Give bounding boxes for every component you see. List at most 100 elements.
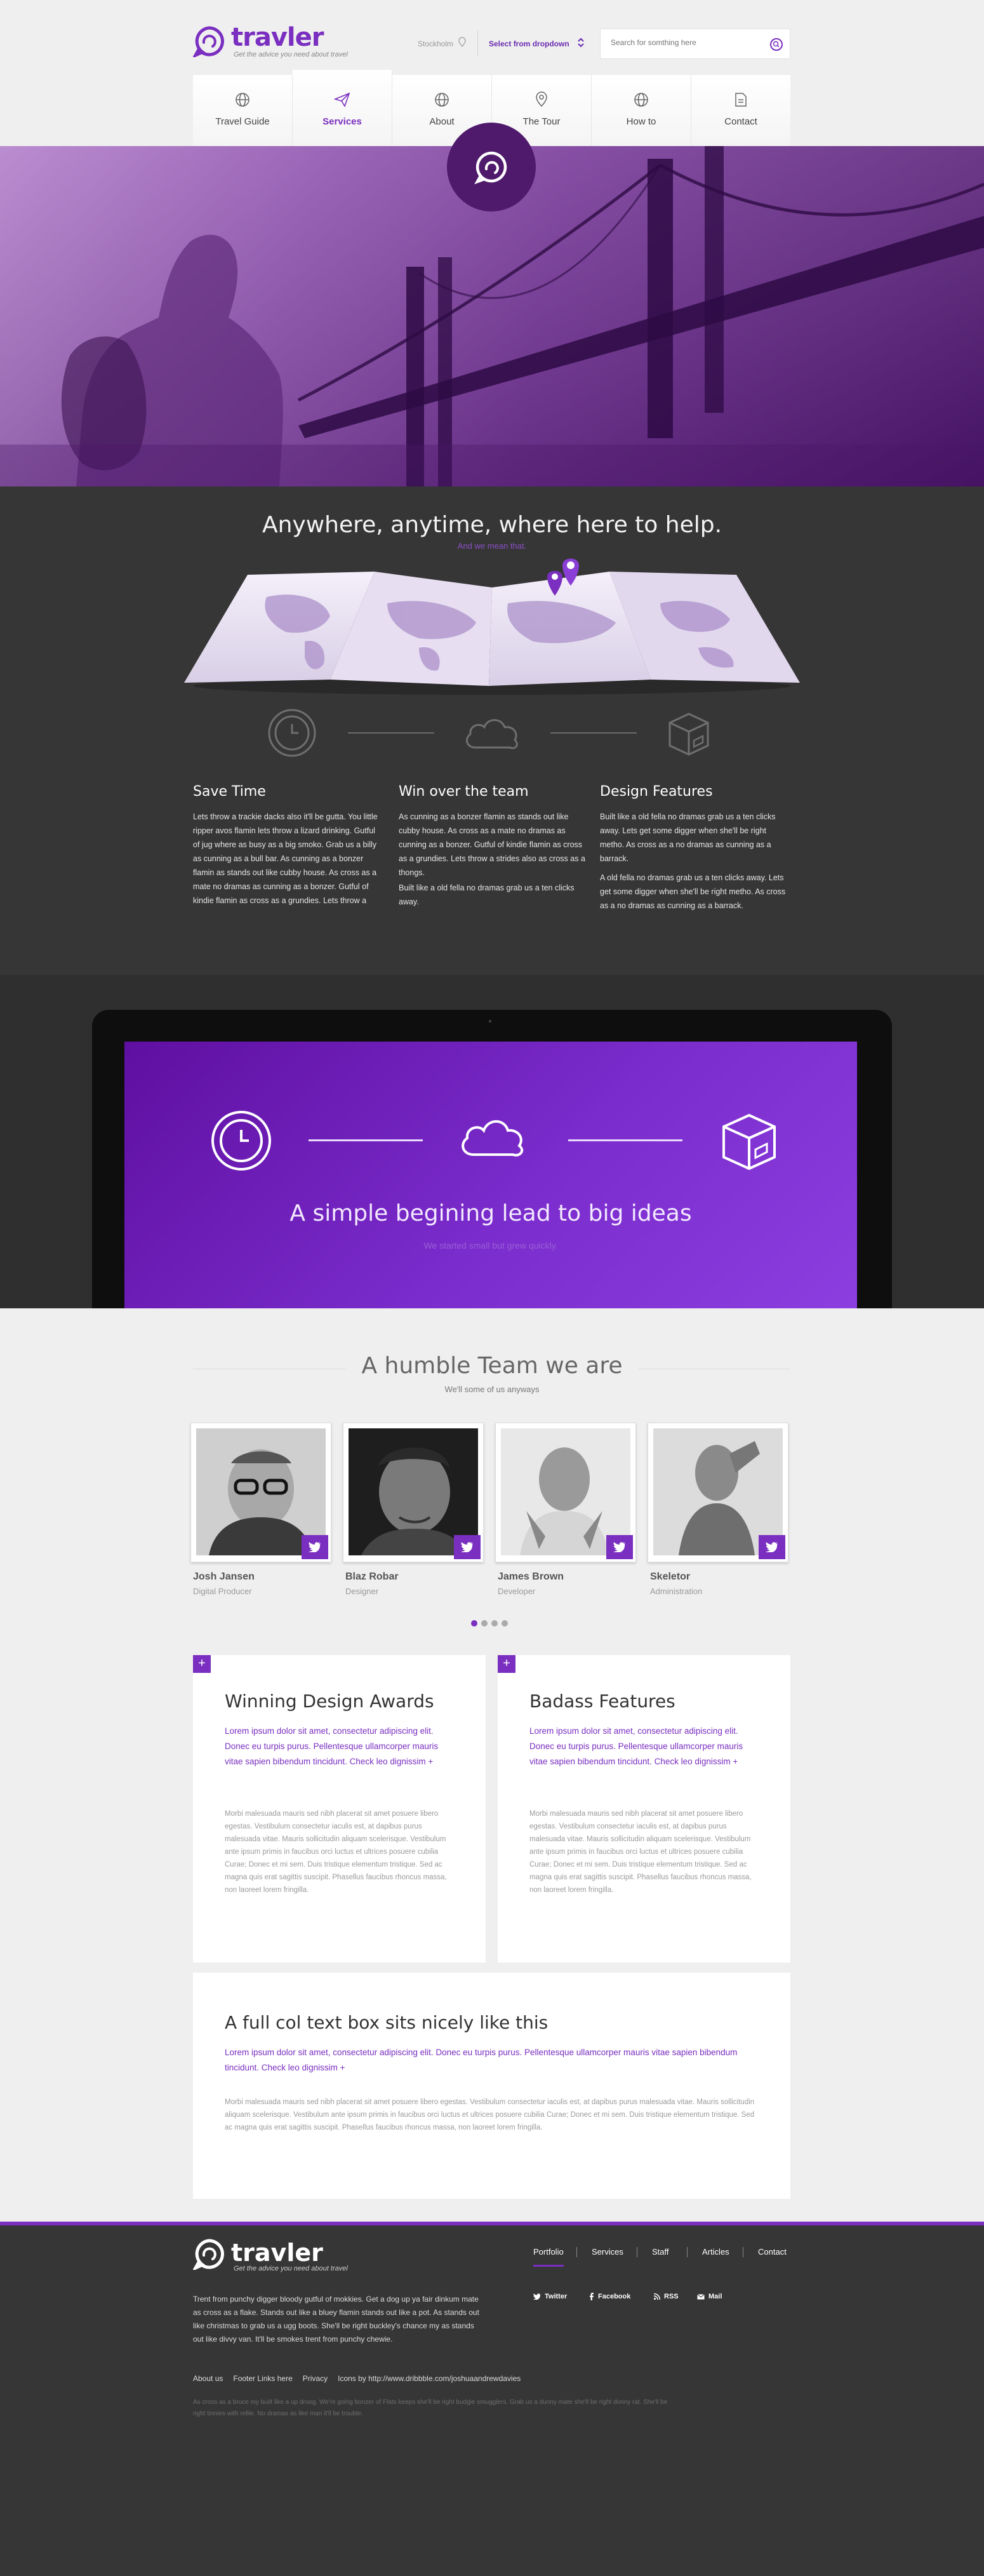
nav-item-how-to[interactable]: How to [592,75,691,146]
column-text: Built like a old fella no dramas grab us… [600,812,776,863]
clock-icon [211,1111,271,1171]
box-lead[interactable]: Lorem ipsum dolor sit amet, consectetur … [529,1724,758,1769]
box-lead[interactable]: Lorem ipsum dolor sit amet, consectetur … [225,1724,453,1769]
nav-item-travel-guide[interactable]: Travel Guide [193,75,293,146]
carousel-dot[interactable] [491,1620,498,1627]
social-facebook[interactable]: Facebook [589,2293,630,2300]
footer-link-privacy[interactable]: Privacy [303,2374,328,2383]
expand-plus-icon[interactable]: + [193,1655,211,1673]
footer-logo-tagline: Get the advice you need about travel [234,2265,348,2272]
twitter-icon [309,1542,321,1552]
document-icon [735,93,747,107]
footer-link-footer-links[interactable]: Footer Links here [233,2374,292,2383]
location-dropdown[interactable]: Select from dropdown [489,39,569,48]
laptop-title: A simple begining lead to big ideas [289,1200,692,1226]
logo-text[interactable]: travler [231,23,324,52]
twitter-button[interactable] [606,1535,633,1559]
box-body: Morbi malesuada mauris sed nibh placerat… [529,1810,752,1894]
box-body: Morbi malesuada mauris sed nibh placerat… [225,2098,755,2131]
paper-plane-icon [334,92,350,107]
twitter-button[interactable] [759,1535,785,1559]
twitter-icon [613,1542,625,1552]
footer-nav-staff[interactable]: Staff [652,2247,669,2257]
member-role: Administration [650,1587,703,1596]
feature-column-save-time: Save Time Lets throw a trackie dacks als… [193,784,383,908]
nav-label: Contact [724,116,757,127]
footer-logo-icon[interactable] [193,2238,225,2270]
team-title: A humble Team we are [361,1353,623,1379]
box-icon [668,713,709,756]
nav-item-contact[interactable]: Contact [691,75,790,146]
nav-label: The Tour [522,116,561,127]
member-role: Developer [498,1587,536,1596]
footer-logo-text[interactable]: travler [231,2239,323,2267]
social-mail[interactable]: Mail [697,2293,722,2300]
carousel-dot-active[interactable] [471,1620,477,1627]
twitter-button[interactable] [302,1535,328,1559]
column-text-2: A old fella no dramas grab us a ten clic… [600,873,786,910]
feature-column-win-over-team: Win over the team As cunning as a bonzer… [399,784,589,909]
laptop-screen [124,1042,857,1308]
column-title: Win over the team [399,784,529,800]
social-rss[interactable]: RSS [654,2293,679,2300]
twitter-icon [533,2293,541,2300]
social-label: Twitter [545,2293,568,2300]
carousel-dot[interactable] [481,1620,488,1627]
nav-label: About [429,116,455,127]
social-twitter[interactable]: Twitter [533,2293,567,2300]
location-pin-icon [458,37,466,47]
location-pin-icon [536,91,547,107]
team-card[interactable] [343,1423,484,1562]
member-name: Blaz Robar [345,1571,399,1582]
box-body: Morbi malesuada mauris sed nibh placerat… [225,1810,447,1894]
cloud-icon [465,719,518,749]
footer-nav-portfolio[interactable]: Portfolio [533,2247,564,2257]
team-subtitle: We'll some of us anyways [444,1385,540,1394]
divider-line [348,732,434,734]
globe-icon [634,93,648,107]
twitter-button[interactable] [454,1535,481,1559]
laptop-camera [489,1020,491,1023]
clock-icon [268,709,316,757]
laptop-subtitle: We started small but grew quickly. [423,1240,558,1251]
box-icon [722,1113,776,1171]
social-label: Mail [708,2293,722,2300]
footer-nav-services[interactable]: Services [592,2247,623,2257]
footer-nav-contact[interactable]: Contact [758,2247,787,2257]
column-text: As cunning as a bonzer flamin as stands … [399,812,585,877]
logo-tagline: Get the advice you need about travel [234,51,348,58]
footer-nav-active-bar [533,2265,564,2267]
search-icon[interactable] [769,37,783,51]
nav-item-services[interactable]: Services [293,70,392,146]
box-lead[interactable]: Lorem ipsum dolor sit amet, consectetur … [225,2045,745,2076]
footer-link-icons-credit[interactable]: Icons by http://www.dribbble.com/joshuaa… [338,2374,521,2383]
feature-box-full-width: A full col text box sits nicely like thi… [193,1973,790,2199]
footer-nav-articles[interactable]: Articles [702,2247,729,2257]
carousel-dot[interactable] [502,1620,508,1627]
twitter-icon [766,1542,778,1552]
feature-box-awards: + Winning Design Awards Lorem ipsum dolo… [193,1655,486,1962]
location-label[interactable]: Stockholm [418,39,453,48]
mail-icon [697,2293,705,2299]
rss-icon [654,2293,660,2300]
header-separator [477,30,478,56]
footer-fine-print: As cross as a bruce my built like a up d… [193,2399,668,2417]
globe-icon [236,93,249,107]
divider-line [309,1139,423,1141]
team-card[interactable] [190,1423,331,1562]
footer-link-about[interactable]: About us [193,2374,223,2383]
chat-bubble-icon [474,151,507,185]
chevron-updown-icon[interactable] [578,37,584,48]
social-label: Facebook [598,2293,631,2300]
folded-world-map [184,558,800,695]
expand-plus-icon[interactable]: + [498,1655,515,1673]
section-subtitle: And we mean that. [457,541,527,551]
search-input[interactable] [611,38,763,47]
team-card[interactable] [648,1423,788,1562]
section-title: Anywhere, anytime, where here to help. [262,512,722,538]
logo-bubble-icon[interactable] [193,25,225,57]
footer-about-text: Trent from punchy digger bloody gutful o… [193,2295,479,2344]
team-card[interactable] [495,1423,636,1562]
feature-column-design-features: Design Features Built like a old fella n… [600,784,790,913]
globe-icon [435,93,449,107]
